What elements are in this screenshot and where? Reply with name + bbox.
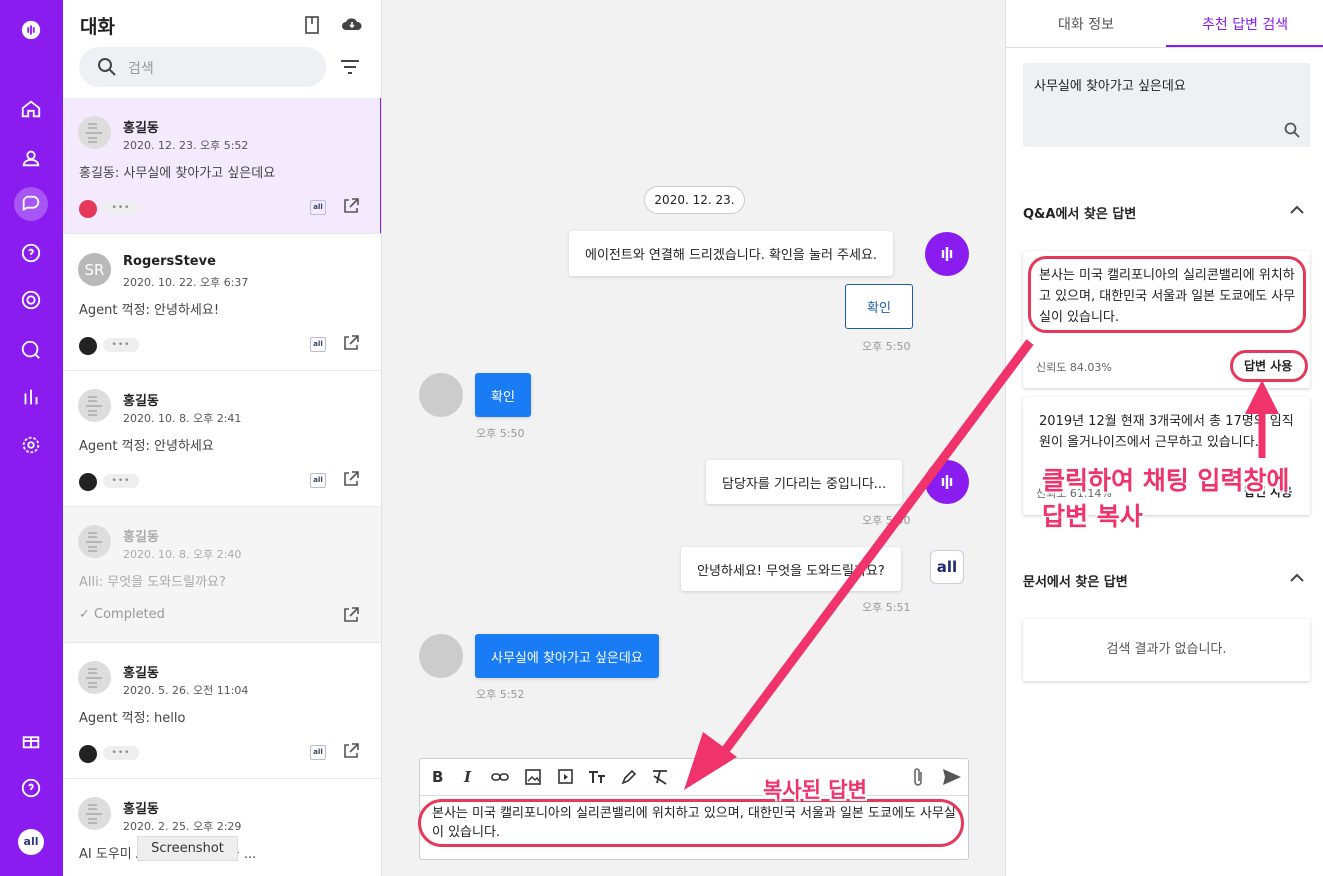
- annotation-label: 답변 복사: [1042, 502, 1143, 531]
- annotation-label: 복사된 답변: [763, 778, 867, 802]
- annotation-label: 클릭하여 채팅 입력창에: [1042, 466, 1290, 495]
- annotation-arrows: [684, 339, 1279, 790]
